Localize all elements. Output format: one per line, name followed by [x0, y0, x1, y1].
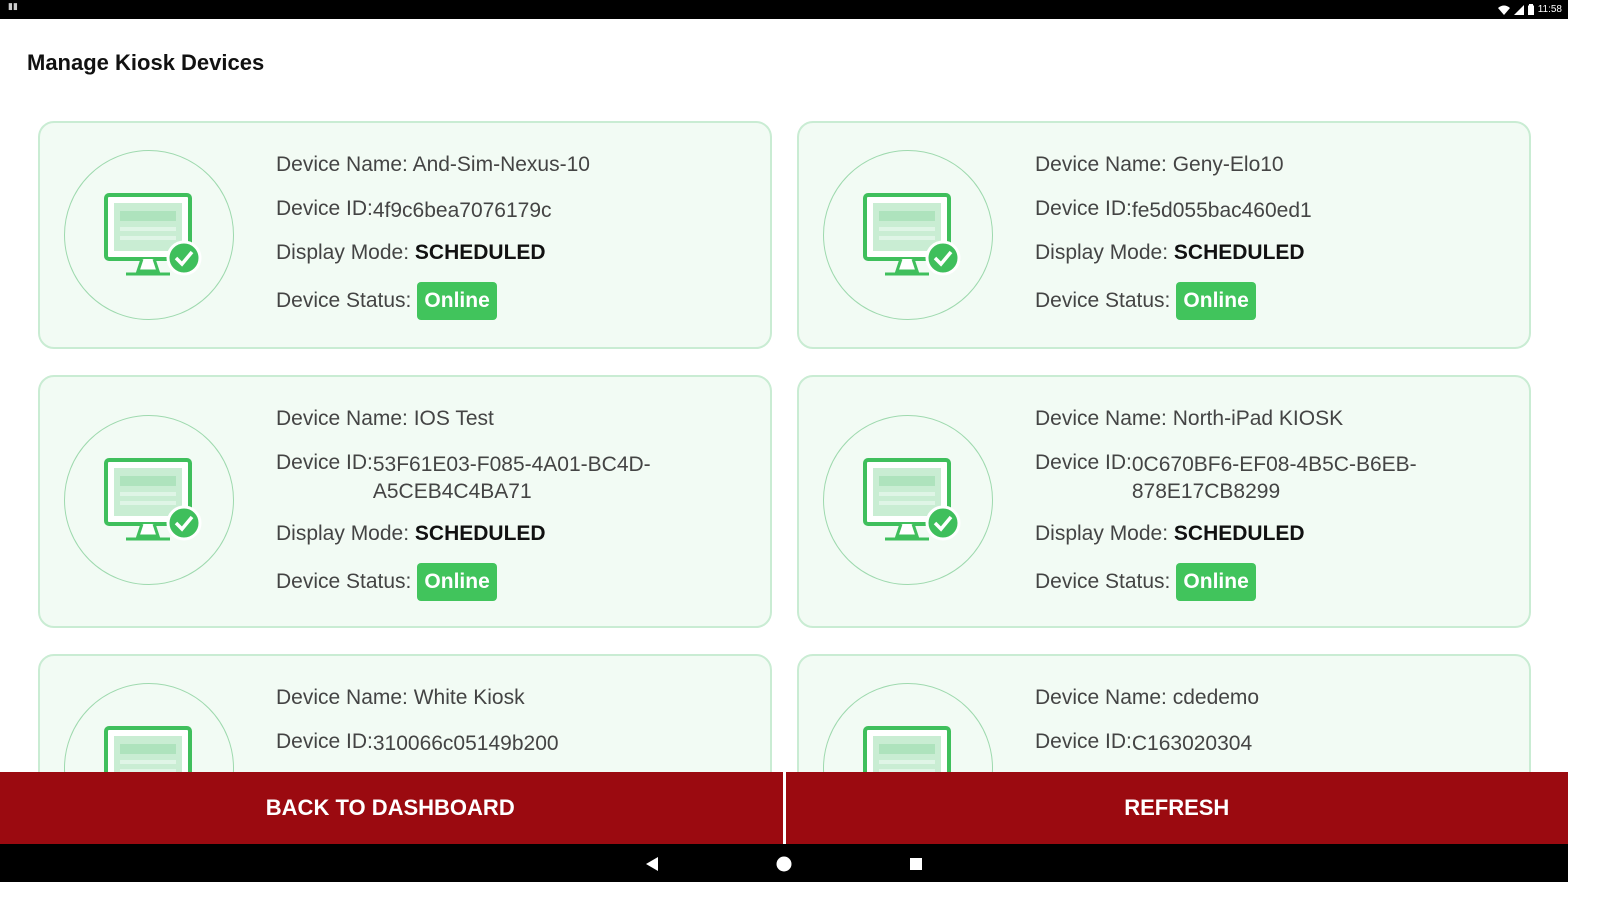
display-mode-value: SCHEDULED [1173, 522, 1305, 545]
refresh-button[interactable]: REFRESH [786, 772, 1569, 844]
device-grid: Device Name: And-Sim-Nexus-10 Device ID:… [0, 0, 1568, 772]
recents-icon[interactable] [906, 854, 926, 874]
device-id: Device ID: C163020304 [1035, 730, 1432, 757]
device-name-value: IOS Test [413, 407, 494, 430]
monitor-online-icon [863, 193, 961, 276]
monitor-online-icon [104, 458, 202, 541]
device-id-value: fe5d055bac460ed1 [1131, 199, 1312, 222]
device-card[interactable]: Device Name: Geny-Elo10 Device ID: fe5d0… [797, 121, 1531, 349]
display-mode: Display Mode: SCHEDULED [1035, 522, 1305, 545]
action-bar: BACK TO DASHBOARD REFRESH [0, 772, 1568, 844]
device-status: Device Status: Online [276, 282, 497, 320]
monitor-online-icon [863, 726, 951, 772]
back-icon[interactable] [642, 854, 662, 874]
device-id-value: 4f9c6bea7076179c [372, 199, 552, 222]
display-mode-value: SCHEDULED [414, 522, 546, 545]
status-badge: Online [1176, 282, 1256, 320]
device-id: Device ID: 4f9c6bea7076179c [276, 197, 673, 224]
device-status: Device Status: Online [1035, 282, 1256, 320]
device-card[interactable]: Device Name: cdedemo Device ID: C1630203… [797, 654, 1531, 772]
status-badge: Online [1176, 563, 1256, 601]
device-status: Device Status: Online [276, 563, 497, 601]
device-card[interactable]: Device Name: White Kiosk Device ID: 3100… [38, 654, 772, 772]
monitor-online-icon [104, 726, 192, 772]
status-badge: Online [417, 282, 497, 320]
device-id-value: C163020304 [1131, 732, 1253, 755]
device-name: Device Name: Geny-Elo10 [1035, 153, 1284, 176]
device-name: Device Name: White Kiosk [276, 686, 525, 709]
device-card[interactable]: Device Name: IOS Test Device ID: 53F61E0… [38, 375, 772, 628]
device-card[interactable]: Device Name: And-Sim-Nexus-10 Device ID:… [38, 121, 772, 349]
display-mode: Display Mode: SCHEDULED [1035, 241, 1305, 264]
display-mode: Display Mode: SCHEDULED [276, 522, 546, 545]
device-id: Device ID: 310066c05149b200 [276, 730, 673, 757]
monitor-online-icon [863, 458, 961, 541]
device-id: Device ID: 0C670BF6-EF08-4B5C-B6EB-878E1… [1035, 451, 1432, 505]
display-mode: Display Mode: SCHEDULED [276, 241, 546, 264]
device-id-value: 0C670BF6-EF08-4B5C-B6EB-878E17CB8299 [1131, 453, 1417, 503]
device-name: Device Name: North-iPad KIOSK [1035, 407, 1344, 430]
device-name-value: North-iPad KIOSK [1172, 407, 1344, 430]
display-mode-value: SCHEDULED [414, 241, 546, 264]
device-id-value: 53F61E03-F085-4A01-BC4D-A5CEB4C4BA71 [372, 453, 651, 503]
device-card[interactable]: Device Name: North-iPad KIOSK Device ID:… [797, 375, 1531, 628]
device-id-value: 310066c05149b200 [372, 732, 559, 755]
display-mode-value: SCHEDULED [1173, 241, 1305, 264]
device-name-value: Geny-Elo10 [1172, 153, 1284, 176]
monitor-online-icon [104, 193, 202, 276]
status-badge: Online [417, 563, 497, 601]
device-name: Device Name: IOS Test [276, 407, 494, 430]
device-id: Device ID: 53F61E03-F085-4A01-BC4D-A5CEB… [276, 451, 673, 505]
device-name: Device Name: And-Sim-Nexus-10 [276, 153, 590, 176]
device-id: Device ID: fe5d055bac460ed1 [1035, 197, 1432, 224]
navigation-bar [0, 844, 1568, 882]
back-to-dashboard-button[interactable]: BACK TO DASHBOARD [0, 772, 786, 844]
device-status: Device Status: Online [1035, 563, 1256, 601]
device-name-value: And-Sim-Nexus-10 [412, 153, 590, 176]
device-name: Device Name: cdedemo [1035, 686, 1260, 709]
device-name-value: White Kiosk [413, 686, 525, 709]
device-name-value: cdedemo [1172, 686, 1260, 709]
home-icon[interactable] [774, 854, 794, 874]
